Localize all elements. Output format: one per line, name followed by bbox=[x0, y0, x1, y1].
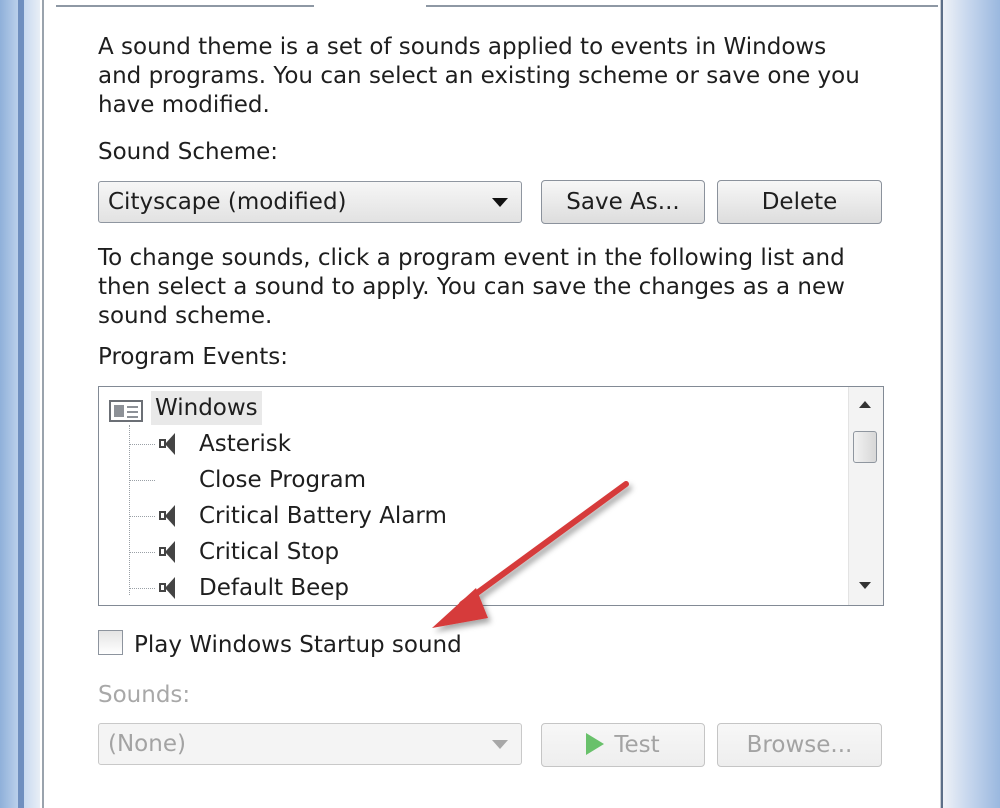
red-annotation-arrow bbox=[432, 481, 629, 628]
